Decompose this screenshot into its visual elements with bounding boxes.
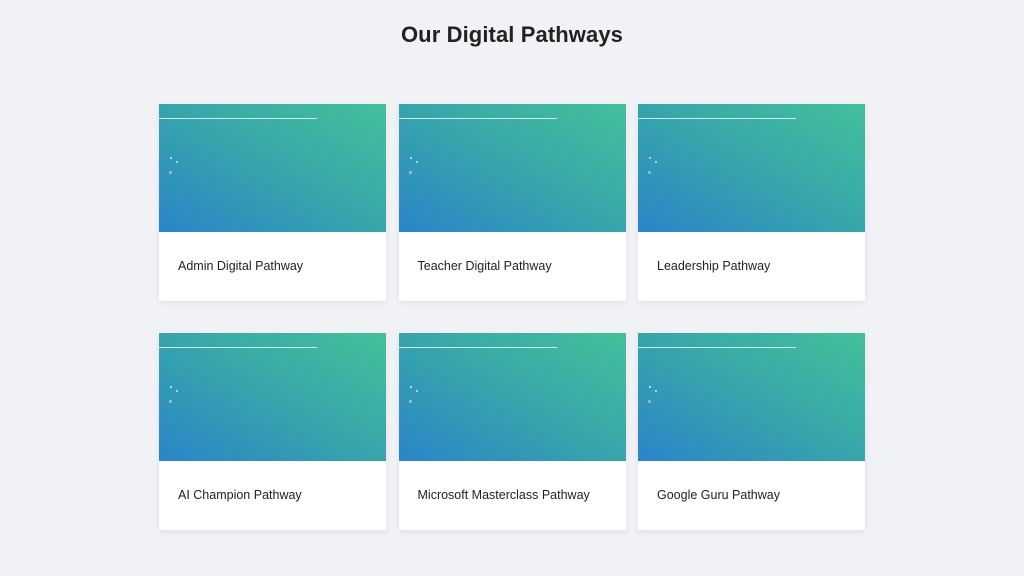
banner-dot <box>655 161 657 163</box>
banner-dot <box>408 400 412 403</box>
banner-dot <box>648 400 651 403</box>
banner-dot <box>176 161 178 163</box>
card-body: Teacher Digital Pathway <box>399 232 626 301</box>
card-body: Google Guru Pathway <box>638 461 865 530</box>
pathway-card-microsoft-masterclass[interactable]: Microsoft Masterclass Pathway <box>398 333 626 530</box>
banner-dot <box>409 386 412 388</box>
card-body: Admin Digital Pathway <box>159 232 386 301</box>
banner-dot <box>169 400 172 403</box>
banner-dot <box>655 390 657 392</box>
card-body: Microsoft Masterclass Pathway <box>399 461 626 530</box>
card-banner-image <box>638 104 865 232</box>
banner-dot <box>169 171 172 174</box>
banner-dot <box>415 390 418 392</box>
banner-dot <box>648 171 651 174</box>
card-banner-image <box>398 333 626 461</box>
banner-dot <box>176 390 178 392</box>
card-title[interactable]: Teacher Digital Pathway <box>418 259 552 273</box>
banner-line <box>638 118 796 119</box>
card-banner-image <box>159 104 386 232</box>
banner-dot <box>649 157 651 159</box>
card-title[interactable]: Microsoft Masterclass Pathway <box>418 488 590 502</box>
card-banner-image <box>398 104 626 232</box>
banner-dot <box>649 386 651 388</box>
pathway-grid: Admin Digital Pathway Teacher Digital Pa… <box>159 104 865 530</box>
pathway-card-google-guru[interactable]: Google Guru Pathway <box>638 333 865 530</box>
banner-dot <box>408 171 412 174</box>
banner-line <box>159 118 317 119</box>
card-title[interactable]: Leadership Pathway <box>657 259 770 273</box>
page-title: Our Digital Pathways <box>400 22 624 47</box>
card-title[interactable]: Google Guru Pathway <box>657 488 780 502</box>
banner-line <box>398 347 557 348</box>
card-body: AI Champion Pathway <box>159 461 386 530</box>
banner-dot <box>170 386 172 388</box>
pathway-card-ai-champion[interactable]: AI Champion Pathway <box>159 333 386 530</box>
banner-line <box>398 118 557 119</box>
card-title[interactable]: Admin Digital Pathway <box>178 259 303 273</box>
banner-dot <box>170 157 172 159</box>
pathway-card-admin[interactable]: Admin Digital Pathway <box>159 104 386 301</box>
card-title[interactable]: AI Champion Pathway <box>178 488 302 502</box>
page: Our Digital Pathways Admin Digital Pathw… <box>0 0 1024 576</box>
card-banner-image <box>159 333 386 461</box>
banner-line <box>159 347 317 348</box>
banner-dot <box>415 161 418 163</box>
card-banner-image <box>638 333 865 461</box>
pathway-card-leadership[interactable]: Leadership Pathway <box>638 104 865 301</box>
pathway-card-teacher[interactable]: Teacher Digital Pathway <box>398 104 626 301</box>
banner-dot <box>409 157 412 159</box>
banner-line <box>638 347 796 348</box>
card-body: Leadership Pathway <box>638 232 865 301</box>
